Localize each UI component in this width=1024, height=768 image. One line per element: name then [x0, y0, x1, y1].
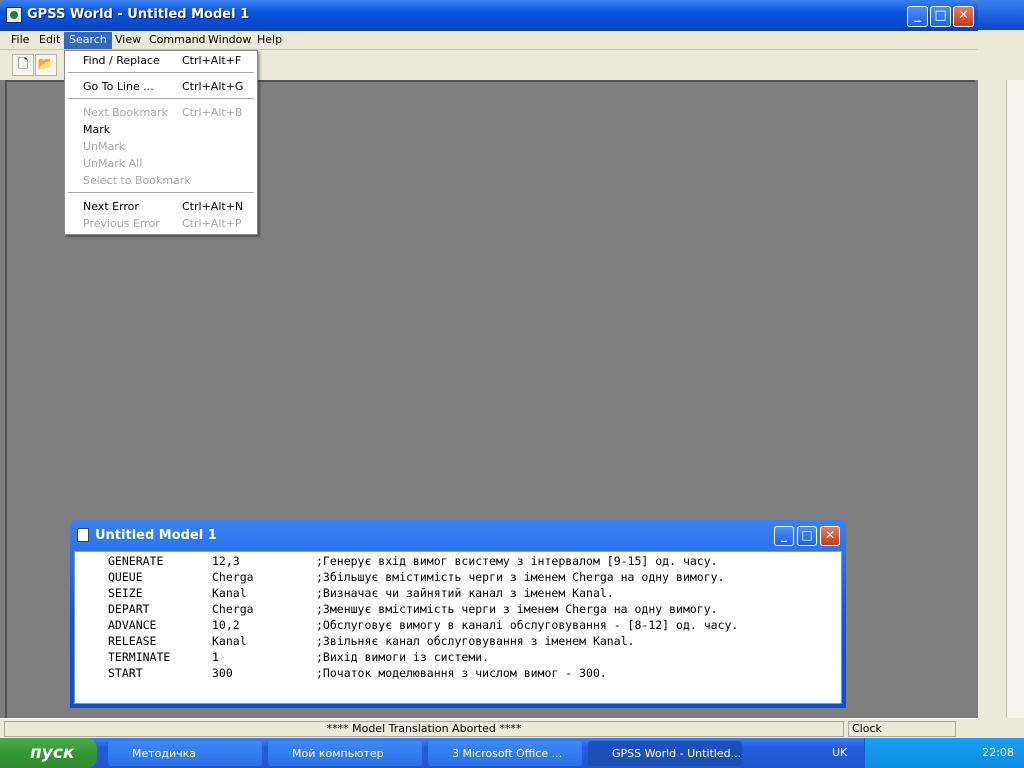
menu-item-label: Mark	[83, 123, 111, 136]
code-comment: ;Звільняє канал обслуговування з іменем …	[316, 634, 635, 648]
menu-item-shortcut: Ctrl+Alt+B	[182, 106, 243, 119]
menu-item-shortcut: Ctrl+Alt+G	[182, 80, 244, 93]
menu-item-label: Select to Bookmark	[83, 174, 191, 187]
code-arg: 300	[212, 666, 233, 680]
code-comment: ;Збільшує вмістимість черги з іменем Che…	[316, 570, 725, 584]
child-maximize-button[interactable]: □	[797, 526, 817, 546]
menu-view[interactable]: View	[110, 32, 146, 49]
vertical-scrollbar[interactable]	[1006, 80, 1024, 718]
menu-item-go-to-line[interactable]: Go To Line ... Ctrl+Alt+G	[65, 78, 257, 95]
start-button[interactable]: пуск	[0, 738, 97, 768]
child-minimize-button[interactable]: _	[774, 526, 794, 546]
menu-command[interactable]: Command	[144, 32, 211, 49]
menu-item-unmark-all: UnMark All	[65, 155, 257, 172]
model-window-title: Untitled Model 1	[95, 528, 217, 543]
background-window-edge	[978, 0, 1024, 738]
status-message: **** Model Translation Aborted ****	[4, 721, 844, 737]
code-arg: Kanal	[212, 634, 247, 648]
code-op: ADVANCE	[108, 618, 157, 632]
code-op: SEIZE	[108, 586, 143, 600]
code-arg: Cherga	[212, 570, 254, 584]
menu-help[interactable]: Help	[252, 32, 287, 49]
code-comment: ;Зменшує вмістимість черги з іменем Cher…	[316, 602, 718, 616]
code-editor[interactable]: GENERATE 12,3 ;Генерує вхід вимог всистему…	[74, 551, 842, 704]
close-button[interactable]: ✕	[953, 6, 974, 27]
menu-separator	[68, 72, 254, 73]
menu-item-label: UnMark	[83, 140, 126, 153]
menu-item-previous-error: Previous Error Ctrl+Alt+P	[65, 215, 257, 232]
language-indicator[interactable]: UK	[832, 746, 847, 759]
menu-item-label: Find / Replace	[83, 54, 160, 67]
search-menu-dropdown: Find / Replace Ctrl+Alt+F Go To Line ... C…	[64, 50, 258, 235]
menu-item-label: UnMark All	[83, 157, 143, 170]
new-file-icon[interactable]: 🗋	[12, 54, 34, 76]
menu-separator	[68, 192, 254, 193]
gpss-app-icon	[6, 7, 22, 23]
code-op: RELEASE	[108, 634, 157, 648]
minimize-button[interactable]: _	[907, 6, 928, 27]
code-comment: ;Початок моделювання з числом вимог - 30…	[316, 666, 607, 680]
background-title-bar	[978, 0, 1024, 30]
task-ms-office[interactable]: 3 Microsoft Office ...	[428, 741, 582, 766]
menu-item-shortcut: Ctrl+Alt+N	[182, 200, 244, 213]
menu-item-next-bookmark: Next Bookmark Ctrl+Alt+B	[65, 104, 257, 121]
document-icon	[77, 528, 89, 542]
code-arg: 10,2	[212, 618, 240, 632]
menu-edit[interactable]: Edit	[34, 32, 65, 49]
code-comment: ;Вихід вимоги із системи.	[316, 650, 490, 664]
task-metodychka[interactable]: Методичка	[108, 741, 262, 766]
menu-item-shortcut: Ctrl+Alt+P	[182, 217, 242, 230]
menu-search[interactable]: Search	[64, 32, 112, 49]
title-bar[interactable]: GPSS World - Untitled Model 1 _ □ ✕	[0, 0, 978, 31]
menu-window[interactable]: Window	[203, 32, 256, 49]
menu-item-label: Go To Line ...	[83, 80, 154, 93]
menu-file[interactable]: File	[6, 32, 34, 49]
taskbar: пуск Методичка Мой компьютер 3 Microsoft…	[0, 738, 1024, 768]
code-op: QUEUE	[108, 570, 143, 584]
menu-item-label: Next Error	[83, 200, 139, 213]
code-arg: 12,3	[212, 554, 240, 568]
task-my-computer[interactable]: Мой компьютер	[268, 741, 422, 766]
menu-item-mark[interactable]: Mark	[65, 121, 257, 138]
code-arg: Kanal	[212, 586, 247, 600]
code-comment: ;Обслуговує вимогу в каналі обслуговуван…	[316, 618, 739, 632]
maximize-button[interactable]: □	[930, 6, 951, 27]
menu-item-label: Next Bookmark	[83, 106, 168, 119]
code-op: TERMINATE	[108, 650, 171, 664]
code-arg: Cherga	[212, 602, 254, 616]
menu-item-shortcut: Ctrl+Alt+F	[182, 54, 242, 67]
menu-item-find-replace[interactable]: Find / Replace Ctrl+Alt+F	[65, 52, 257, 69]
task-gpss-world[interactable]: GPSS World - Untitled...	[588, 741, 742, 766]
menu-item-next-error[interactable]: Next Error Ctrl+Alt+N	[65, 198, 257, 215]
menu-item-label: Previous Error	[83, 217, 160, 230]
code-op: DEPART	[108, 602, 150, 616]
code-op: GENERATE	[108, 554, 164, 568]
model-window[interactable]: Untitled Model 1 _ □ ✕ GENERATE 12,3 ;Гене…	[70, 520, 846, 708]
status-bar: **** Model Translation Aborted **** Cloc…	[0, 718, 978, 738]
code-arg: 1	[212, 650, 219, 664]
menu-separator	[68, 98, 254, 99]
code-op: START	[108, 666, 143, 680]
child-close-button[interactable]: ✕	[820, 526, 840, 546]
menu-bar: File Edit Search View Command Window Hel…	[0, 31, 978, 50]
code-comment: ;Визначає чи зайнятий канал з іменем Kan…	[316, 586, 614, 600]
clock: 22:08	[982, 746, 1014, 759]
menu-item-unmark: UnMark	[65, 138, 257, 155]
code-comment: ;Генерує вхід вимог всистему з інтервало…	[316, 554, 718, 568]
system-tray: 22:08	[864, 738, 1024, 768]
menu-item-select-to-bookmark: Select to Bookmark	[65, 172, 257, 189]
window-title: GPSS World - Untitled Model 1	[27, 7, 250, 22]
status-clock: Clock	[848, 721, 956, 737]
open-folder-icon[interactable]: 📂	[35, 54, 57, 76]
